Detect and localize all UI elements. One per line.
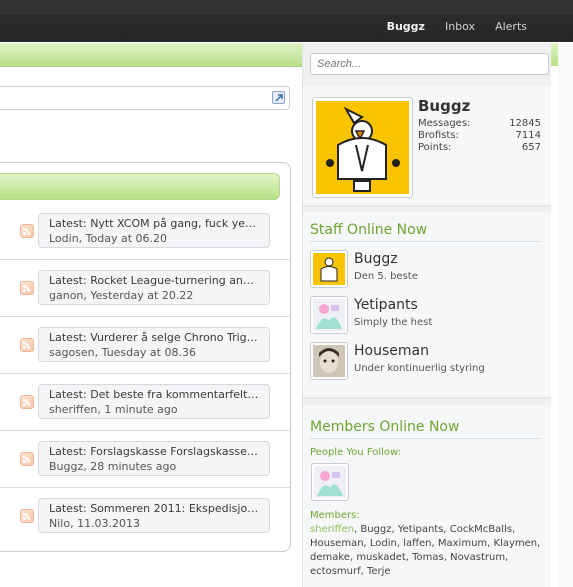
latest-post-meta: sagosen, Tuesday at 08.36 [49, 346, 196, 359]
nav-alerts-link[interactable]: Alerts [485, 20, 537, 33]
forum-row: Latest: Sommeren 2011: Ekspedisjon Seoul… [0, 487, 290, 544]
staff-name[interactable]: Yetipants [354, 297, 418, 313]
staff-title: Den 5. beste [354, 271, 418, 282]
staff-online-heading: Staff Online Now [310, 222, 541, 242]
user-nav: Buggz Inbox Alerts [377, 20, 537, 33]
forum-row: Latest: Nytt XCOM på gang, fuck yeahr! L… [0, 202, 290, 260]
latest-post-box[interactable]: Latest: Rocket League-turnering anyone??… [38, 270, 270, 305]
latest-post-meta: Nilo, 11.03.2013 [49, 517, 141, 530]
latest-post-box[interactable]: Latest: Forslagskasse Forslagskasse Fors… [38, 441, 270, 476]
latest-post-meta: ganon, Yesterday at 20.22 [49, 289, 194, 302]
members-online-heading: Members Online Now [310, 419, 541, 439]
staff-avatar[interactable] [310, 342, 348, 380]
staff-title: Simply the hest [354, 317, 433, 328]
breadcrumb-bar [0, 43, 310, 67]
external-link-icon[interactable] [272, 91, 285, 104]
stat-label: Brofists: [418, 130, 459, 141]
staff-avatar[interactable] [310, 296, 348, 334]
page-scrollbar[interactable] [558, 43, 573, 587]
latest-post-box[interactable]: Latest: Sommeren 2011: Ekspedisjon Seoul… [38, 498, 270, 533]
stat-label: Points: [418, 142, 452, 153]
staff-name[interactable]: Houseman [354, 343, 429, 359]
stat-value: 657 [521, 142, 541, 153]
stat-label: Messages: [418, 118, 471, 129]
rss-feed-icon[interactable] [20, 281, 34, 295]
avatar-image [313, 299, 345, 331]
forum-category-header[interactable] [0, 173, 280, 200]
nav-user-link[interactable]: Buggz [377, 20, 435, 33]
staff-member: Buggz Den 5. beste [310, 250, 541, 290]
top-navigation-bar: Buggz Inbox Alerts [0, 0, 573, 42]
latest-post-title[interactable]: Latest: Nytt XCOM på gang, fuck yeahr! [49, 216, 259, 231]
highlighted-member[interactable]: sheriffen [310, 524, 354, 535]
online-members-list[interactable]: sheriffen, Buggz, Yetipants, CockMcBalls… [310, 523, 550, 579]
user-avatar[interactable] [312, 97, 413, 198]
profile-username[interactable]: Buggz [418, 97, 470, 115]
stat-value: 12845 [509, 118, 541, 129]
latest-post-meta: Lodin, Today at 06.20 [49, 232, 168, 245]
staff-avatar[interactable] [310, 250, 348, 288]
sidebar-divider [303, 398, 551, 399]
forum-row: Latest: Vurderer å selge Chrono Trigger … [0, 316, 290, 374]
search-input[interactable] [310, 53, 549, 75]
sidebar-divider [303, 206, 551, 207]
top-strip [0, 0, 573, 15]
people-you-follow-label: People You Follow: [310, 447, 402, 458]
forum-row: Latest: Forslagskasse Forslagskasse Fors… [0, 430, 290, 488]
avatar-image [316, 101, 409, 194]
latest-post-title[interactable]: Latest: Rocket League-turnering anyone??… [49, 273, 259, 288]
latest-post-title[interactable]: Latest: Forslagskasse Forslagskasse Fors… [49, 444, 259, 459]
forum-row: Latest: Rocket League-turnering anyone??… [0, 259, 290, 317]
latest-post-title[interactable]: Latest: Det beste fra kommentarfeltene .… [49, 387, 259, 402]
staff-name[interactable]: Buggz [354, 251, 398, 267]
members-label: Members: [310, 510, 360, 521]
quick-navigation-field[interactable] [0, 86, 290, 110]
avatar-image [313, 253, 345, 285]
nav-inbox-link[interactable]: Inbox [435, 20, 485, 33]
latest-post-title[interactable]: Latest: Sommeren 2011: Ekspedisjon Seoul [49, 501, 259, 516]
latest-post-box[interactable]: Latest: Nytt XCOM på gang, fuck yeahr! L… [38, 213, 270, 248]
avatar-image [313, 345, 345, 377]
rss-feed-icon[interactable] [20, 395, 34, 409]
stat-brofists: Brofists: 7114 [418, 130, 541, 141]
staff-title: Under kontinuerlig styring [354, 363, 485, 374]
rss-feed-icon[interactable] [20, 452, 34, 466]
rss-feed-icon[interactable] [20, 224, 34, 238]
latest-post-meta: sheriffen, 1 minute ago [49, 403, 178, 416]
latest-post-box[interactable]: Latest: Det beste fra kommentarfeltene .… [38, 384, 270, 419]
staff-member: Yetipants Simply the hest [310, 296, 541, 336]
stat-value: 7114 [515, 130, 541, 141]
latest-post-box[interactable]: Latest: Vurderer å selge Chrono Trigger … [38, 327, 270, 362]
avatar-image [314, 466, 346, 498]
stat-messages: Messages: 12845 [418, 118, 541, 129]
rss-feed-icon[interactable] [20, 338, 34, 352]
forum-row: Latest: Det beste fra kommentarfeltene .… [0, 373, 290, 431]
latest-post-meta: Buggz, 28 minutes ago [49, 460, 177, 473]
rss-feed-icon[interactable] [20, 509, 34, 523]
stat-points: Points: 657 [418, 142, 541, 153]
staff-member: Houseman Under kontinuerlig styring [310, 342, 541, 382]
followed-user-avatar[interactable] [311, 463, 349, 501]
latest-post-title[interactable]: Latest: Vurderer å selge Chrono Trigger … [49, 330, 259, 345]
